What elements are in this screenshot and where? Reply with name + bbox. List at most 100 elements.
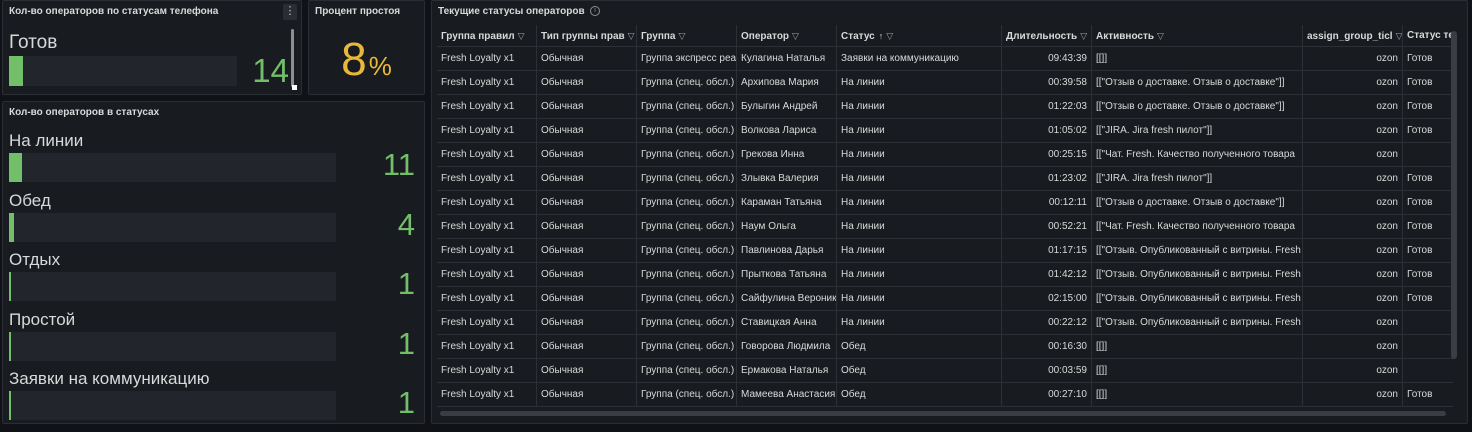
table-cell: 00:03:59: [1002, 359, 1092, 382]
table-cell: Группа (спец. обсл.): [637, 335, 737, 358]
table-cell: Готов: [1403, 215, 1453, 238]
table-cell: Fresh Loyalty x1: [437, 167, 537, 190]
table-cell: Готов: [1403, 95, 1453, 118]
column-header[interactable]: Тип группы прав ▽: [537, 25, 637, 47]
table-row[interactable]: Fresh Loyalty x1 Обычная Группа (спец. обс…: [437, 167, 1453, 191]
table-cell: Говорова Людмила: [737, 335, 837, 358]
table-cell: 09:43:39: [1002, 47, 1092, 70]
column-header[interactable]: Оператор ▽: [737, 25, 837, 47]
table-cell: ozon: [1303, 335, 1403, 358]
table-row[interactable]: Fresh Loyalty x1 Обычная Группа (спец. обс…: [437, 263, 1453, 287]
panel-title: Текущие статусы операторов: [438, 6, 585, 17]
vertical-scrollbar[interactable]: [1451, 31, 1457, 359]
table-cell: На линии: [837, 311, 1002, 334]
status-label: На линии: [9, 131, 84, 150]
table-cell: Обычная: [537, 191, 637, 214]
table-cell: Обед: [837, 383, 1002, 406]
table-cell: Fresh Loyalty x1: [437, 215, 537, 238]
table-cell: Обычная: [537, 119, 637, 142]
table-cell: [[]]: [1092, 383, 1303, 406]
column-header[interactable]: Группа правил ▽: [437, 25, 537, 47]
table-cell: Fresh Loyalty x1: [437, 119, 537, 142]
table-cell: Группа (спец. обсл.): [637, 311, 737, 334]
column-header[interactable]: assign_group_ticl ▽: [1303, 25, 1403, 47]
column-header-label: Группа правил: [441, 31, 515, 42]
sort-asc-icon[interactable]: ↑: [879, 25, 884, 47]
column-header[interactable]: Статус теле: [1403, 25, 1453, 47]
operator-table: Группа правил ▽ Тип группы прав ▽ Группа ▽ Опе…: [437, 25, 1453, 410]
resize-handle[interactable]: [292, 85, 297, 90]
table-row[interactable]: Fresh Loyalty x1 Обычная Группа (спец. обс…: [437, 215, 1453, 239]
table-cell: 00:12:11: [1002, 191, 1092, 214]
panel-menu-icon[interactable]: ⋮: [283, 4, 297, 20]
phone-status-panel: Кол-во операторов по статусам телефона ⋮…: [2, 0, 302, 95]
table-cell: ozon: [1303, 215, 1403, 238]
status-bar-fill: [9, 153, 23, 182]
column-header[interactable]: Активность ▽: [1092, 25, 1303, 47]
table-row[interactable]: Fresh Loyalty x1 Обычная Группа (спец. обс…: [437, 191, 1453, 215]
table-cell: Ставицкая Анна: [737, 311, 837, 334]
column-header-label: Оператор: [741, 31, 790, 42]
table-cell: Заявки на коммуникацию: [837, 47, 1002, 70]
filter-icon[interactable]: ▽: [886, 25, 893, 47]
table-row[interactable]: Fresh Loyalty x1 Обычная Группа (спец. обс…: [437, 359, 1453, 383]
table-cell: 00:25:15: [1002, 143, 1092, 166]
table-row[interactable]: Fresh Loyalty x1 Обычная Группа (спец. обс…: [437, 71, 1453, 95]
table-cell: Сайфулина Вероника: [737, 287, 837, 310]
table-cell: ozon: [1303, 239, 1403, 262]
table-cell: [["Отзыв о доставке. Отзыв о доставке"]]: [1092, 95, 1303, 118]
table-cell: Обычная: [537, 311, 637, 334]
table-cell: [1403, 311, 1453, 334]
table-cell: Группа (спец. обсл.): [637, 383, 737, 406]
column-header[interactable]: Длительность ▽: [1002, 25, 1092, 47]
status-count: 1: [397, 385, 415, 420]
table-cell: Fresh Loyalty x1: [437, 239, 537, 262]
panel-scrollbar[interactable]: [291, 29, 294, 87]
table-row[interactable]: Fresh Loyalty x1 Обычная Группа (спец. обс…: [437, 119, 1453, 143]
table-cell: Архипова Мария: [737, 71, 837, 94]
table-row[interactable]: Fresh Loyalty x1 Обычная Группа (спец. обс…: [437, 383, 1453, 407]
table-cell: 00:52:21: [1002, 215, 1092, 238]
table-cell: ozon: [1303, 383, 1403, 406]
column-header-label: Тип группы прав: [541, 31, 625, 42]
status-bar: [9, 331, 336, 361]
table-row[interactable]: Fresh Loyalty x1 Обычная Группа (спец. обс…: [437, 335, 1453, 359]
filter-icon[interactable]: ▽: [678, 25, 685, 47]
filter-icon[interactable]: ▽: [518, 25, 525, 47]
table-cell: Булыгин Андрей: [737, 95, 837, 118]
table-cell: Группа (спец. обсл.): [637, 263, 737, 286]
table-row[interactable]: Fresh Loyalty x1 Обычная Группа (спец. обс…: [437, 311, 1453, 335]
table-cell: Fresh Loyalty x1: [437, 263, 537, 286]
filter-icon[interactable]: ▽: [1157, 25, 1164, 47]
filter-icon[interactable]: ▽: [1080, 25, 1087, 47]
column-header[interactable]: Статус ↑ ▽: [837, 25, 1002, 47]
table-cell: Обычная: [537, 359, 637, 382]
table-cell: 00:16:30: [1002, 335, 1092, 358]
table-cell: Обычная: [537, 47, 637, 70]
table-cell: [["Отзыв о доставке. Отзыв о доставке"]]: [1092, 71, 1303, 94]
table-cell: Fresh Loyalty x1: [437, 143, 537, 166]
table-cell: Группа (спец. обсл.): [637, 119, 737, 142]
table-row[interactable]: Fresh Loyalty x1 Обычная Группа (спец. обс…: [437, 287, 1453, 311]
table-cell: [1403, 359, 1453, 382]
status-bar-fill: [9, 331, 11, 361]
filter-icon[interactable]: ▽: [628, 25, 635, 47]
table-cell: 00:39:58: [1002, 71, 1092, 94]
table-cell: Обычная: [537, 335, 637, 358]
table-cell: Группа экспресс реа: [637, 47, 737, 70]
table-cell: Группа (спец. обсл.): [637, 95, 737, 118]
horizontal-scrollbar[interactable]: [440, 411, 1446, 416]
status-bar: [9, 212, 336, 242]
table-cell: Fresh Loyalty x1: [437, 359, 537, 382]
table-cell: Обычная: [537, 239, 637, 262]
table-row[interactable]: Fresh Loyalty x1 Обычная Группа (спец. обс…: [437, 95, 1453, 119]
table-row[interactable]: Fresh Loyalty x1 Обычная Группа экспресс р…: [437, 47, 1453, 71]
table-row[interactable]: Fresh Loyalty x1 Обычная Группа (спец. обс…: [437, 143, 1453, 167]
status-bar: [9, 391, 336, 420]
info-icon[interactable]: i: [590, 6, 600, 16]
filter-icon[interactable]: ▽: [1396, 25, 1402, 47]
filter-icon[interactable]: ▽: [792, 25, 799, 47]
column-header[interactable]: Группа ▽: [637, 25, 737, 47]
table-row[interactable]: Fresh Loyalty x1 Обычная Группа (спец. обс…: [437, 239, 1453, 263]
table-cell: Готов: [1403, 47, 1453, 70]
